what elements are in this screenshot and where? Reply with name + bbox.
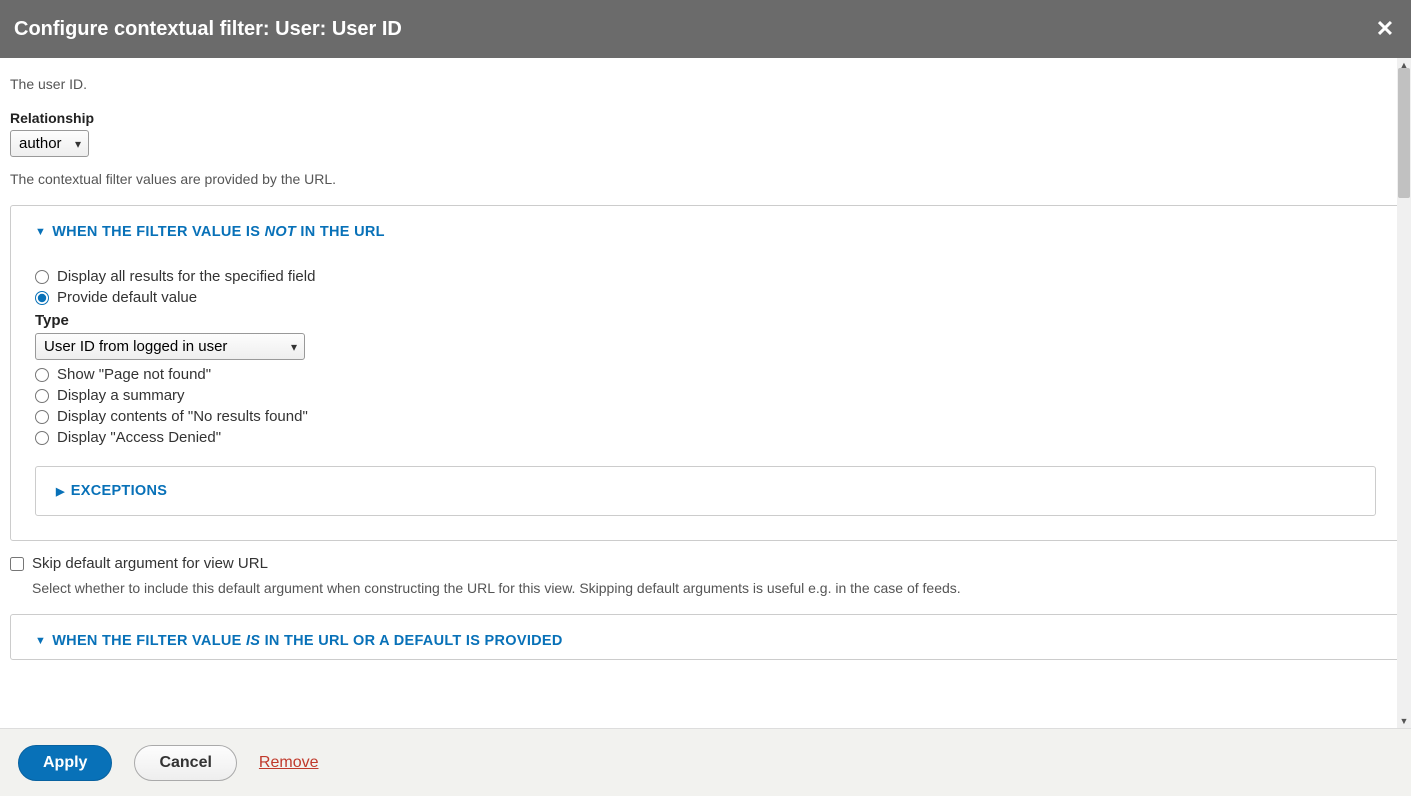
remove-link[interactable]: Remove (259, 754, 319, 772)
modal-title: Configure contextual filter: User: User … (14, 18, 402, 41)
radio-summary-input[interactable] (35, 389, 49, 403)
modal-footer: Apply Cancel Remove (0, 728, 1411, 796)
skip-default-checkbox-row[interactable]: Skip default argument for view URL (10, 555, 1401, 572)
description-text: The user ID. (10, 76, 1401, 92)
url-help-text: The contextual filter values are provide… (10, 171, 1401, 187)
type-select[interactable]: User ID from logged in user (35, 333, 305, 360)
radio-page-not-found-input[interactable] (35, 368, 49, 382)
triangle-right-icon: ▶ (56, 485, 65, 498)
legend-in-url[interactable]: ▼ WHEN THE FILTER VALUE IS IN THE URL OR… (35, 633, 1376, 649)
radio-group-default-action: Display all results for the specified fi… (35, 268, 1376, 446)
relationship-select[interactable]: author (10, 130, 89, 157)
fieldset-not-in-url: ▼ WHEN THE FILTER VALUE IS NOT IN THE UR… (10, 205, 1401, 541)
type-select-wrap: User ID from logged in user (35, 333, 305, 360)
type-label: Type (35, 312, 1376, 329)
radio-no-results-input[interactable] (35, 410, 49, 424)
legend-text: WHEN THE FILTER VALUE IS IN THE URL OR A… (52, 633, 563, 649)
apply-button[interactable]: Apply (18, 745, 112, 781)
modal-header: Configure contextual filter: User: User … (0, 0, 1411, 58)
skip-default-help: Select whether to include this default a… (32, 580, 1401, 596)
scroll-down-icon[interactable]: ▼ (1397, 714, 1411, 728)
radio-summary[interactable]: Display a summary (35, 387, 1376, 404)
radio-page-not-found[interactable]: Show "Page not found" (35, 366, 1376, 383)
radio-access-denied[interactable]: Display "Access Denied" (35, 429, 1376, 446)
legend-text: WHEN THE FILTER VALUE IS NOT IN THE URL (52, 224, 385, 240)
legend-not-in-url[interactable]: ▼ WHEN THE FILTER VALUE IS NOT IN THE UR… (35, 224, 1376, 240)
fieldset-exceptions: ▶ EXCEPTIONS (35, 466, 1376, 516)
radio-access-denied-input[interactable] (35, 431, 49, 445)
radio-provide-default[interactable]: Provide default value (35, 289, 1376, 306)
radio-no-results[interactable]: Display contents of "No results found" (35, 408, 1376, 425)
scrollbar[interactable]: ▲ ▼ (1397, 58, 1411, 728)
modal-body: The user ID. Relationship author The con… (0, 58, 1411, 728)
radio-provide-default-input[interactable] (35, 291, 49, 305)
relationship-label: Relationship (10, 110, 1401, 126)
skip-default-checkbox[interactable] (10, 557, 24, 571)
triangle-down-icon: ▼ (35, 226, 46, 238)
relationship-select-wrap: author (10, 130, 89, 157)
legend-exceptions[interactable]: ▶ EXCEPTIONS (56, 483, 1355, 499)
radio-display-all-input[interactable] (35, 270, 49, 284)
default-value-type-block: Type User ID from logged in user (35, 312, 1376, 360)
scrollbar-thumb[interactable] (1398, 68, 1410, 198)
radio-display-all[interactable]: Display all results for the specified fi… (35, 268, 1376, 285)
cancel-button[interactable]: Cancel (134, 745, 236, 781)
triangle-down-icon: ▼ (35, 635, 46, 647)
fieldset-in-url: ▼ WHEN THE FILTER VALUE IS IN THE URL OR… (10, 614, 1401, 660)
close-icon[interactable]: ✕ (1373, 17, 1397, 41)
